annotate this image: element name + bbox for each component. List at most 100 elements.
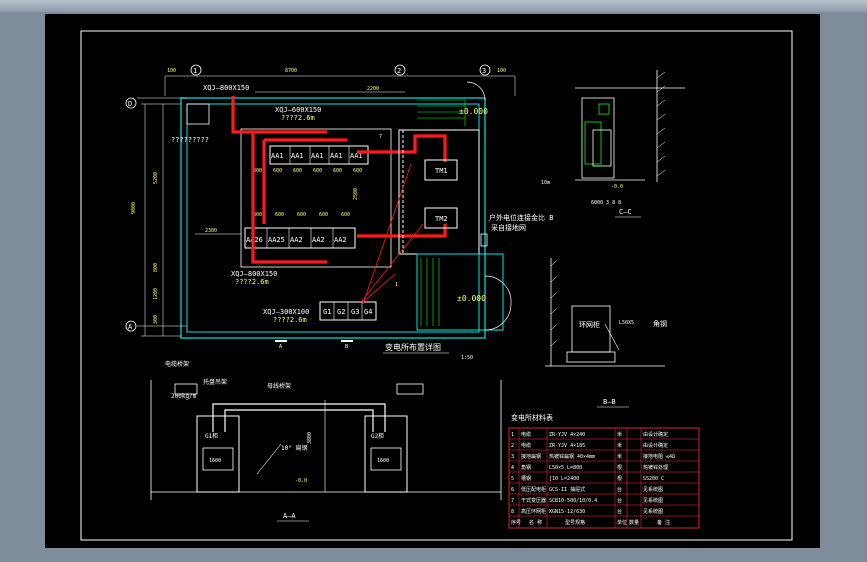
window-toolbar-strip [0,0,867,12]
section-mark: B [345,344,348,350]
dim-text: 100 [167,68,176,74]
g-panel-label: G2 [337,308,345,316]
section-aa: 电缆桥架 200kg/m 托盘吊架 母线桥架 G1柜 G2柜 1600 1600… [150,360,502,522]
aa-note: 200kg/m [171,393,197,400]
table-cell: 8 [511,509,514,515]
trench-elev: ????2.6m [235,278,269,286]
cc-elev: -0.0 [611,184,623,190]
dim-text: 2500 [353,188,359,200]
trench-label: XQJ—600X150 [275,106,321,114]
table-header-cell: 型号规格 [565,519,585,526]
door-arc-bottom [484,275,512,305]
table-cell: 2 [511,443,514,449]
dim-text: 9000 [131,202,137,214]
table-body: 1 电缆 ZR-YJV 4×240 米由设计确定2 电缆 ZR-YJV 4×185 米由设计… [511,431,675,526]
aa-cabinet: G2柜 [371,432,384,440]
cc-label: 10m [541,180,550,186]
g-panel-label: G3 [351,308,359,316]
g-panel-label: G4 [364,308,372,316]
aa-note: 电缆桥架 [165,360,189,368]
material-table: 变电所材料表 1 电缆 ZR-YJV 4×240 米由设计确定2 电缆 ZR-YJV 4×… [508,413,700,529]
lower-room [416,253,504,331]
table-cell: 电缆 [521,442,531,449]
panel-label: AA1 [330,152,343,160]
table-title: 变电所材料表 [511,413,553,422]
dim-text: 800 [153,263,159,272]
elevation-mark: ±0.000 [457,294,486,303]
table-header-cell: 备 注 [657,519,670,526]
panel-label: AA2 [312,236,325,244]
trench-label: XQJ—300X100 [263,308,309,316]
aa-label: 托盘吊架 [203,378,227,386]
panel-label: AA1 [291,152,304,160]
row-dim: 600 [319,212,328,218]
table-cell: 根 [617,475,622,482]
table-cell: XGN15-12/630 [549,509,585,515]
row-dim: 600 [341,212,350,218]
aa-box: 1600 [377,458,389,464]
dim-text: 100 [497,68,506,74]
table-cell: 热镀锌扁钢 40×4mm [549,453,595,460]
transformer-label: TM2 [435,215,448,223]
dim-text: 300 [153,315,159,324]
grounding-note: 户外电位连接金比 B [489,213,553,222]
ground-terminal [480,233,488,247]
trench-elev: ????2.6m [281,114,315,122]
aa-angle: 10° 扁钢 [281,444,307,452]
table-cell: 6 [511,487,514,493]
table-cell: ZR-YJV 4×185 [549,443,585,449]
cc-label: 6000 3 8 8 [591,200,621,206]
table-cell: 米 [617,442,622,449]
row-dim: 600 [273,168,282,174]
table-cell: 7 [511,498,514,504]
table-cell: 角钢 [521,464,531,471]
table-cell: 米 [617,431,622,438]
table-cell: 台 [617,486,622,493]
table-header-cell: 数量 [629,519,639,526]
table-cell: 接地扁钢 [521,453,541,460]
question-label: ????????? [171,136,209,144]
bb-title: B—B [603,398,616,406]
table-cell: L50×5 L=800 [549,465,582,471]
table-cell: SS200 C [643,476,664,482]
table-cell: 高压环网柜 [521,508,546,515]
g-panel-label: G1 [323,308,331,316]
row-dim: 600 [313,168,322,174]
table-cell: ZR-YJV 4×240 [549,432,585,438]
table-cell: 台 [617,508,622,515]
dim-text: 2200 [367,86,379,92]
transformer-label: TM1 [435,167,448,175]
aa-cabinet: G1柜 [205,432,218,440]
table-cell: 由设计确定 [643,431,668,438]
axis-label: 2 [397,67,401,75]
floor-plan: AA1 AA1 AA1 AA1 AA1 AA26 AA25 AA2 AA2 AA… [125,64,553,361]
trench-elev: ????2.6m [273,316,307,324]
drawing-sheet: AA1 AA1 AA1 AA1 AA1 AA26 AA25 AA2 AA2 AA… [45,14,820,548]
section-mark: 7 [379,134,382,140]
aa-dim: 3800 [307,432,313,444]
table-cell: 干式变压器 [521,497,546,504]
table-cell: 低压配电柜 [521,486,546,493]
row-dim: 600 [275,212,284,218]
table-cell: 接地电阻 ≤4Ω [643,453,675,460]
dim-text: 8700 [285,68,297,74]
table-cell: 台 [617,497,622,504]
panel-label: AA25 [268,236,285,244]
bb-dim: L50X5 [619,320,634,326]
table-header-cell: 单位 [617,519,627,526]
table-cell: SCB10-500/10/0.4 [549,498,597,504]
table-cell: 见系统图 [643,508,663,515]
aa-elev: -0.0 [295,478,307,484]
axis-label: 1 [193,67,197,75]
axis-label: D [128,100,132,108]
table-cell: 根 [617,464,622,471]
table-cell: 5 [511,476,514,482]
dim-text: 1200 [153,288,159,300]
axis-label: 3 [482,67,486,75]
door-arc-bottom-2 [484,303,512,331]
trench-label: XQJ—800X150 [231,270,277,278]
axis-label: A [128,323,133,331]
plan-scale: 1:50 [461,355,473,361]
table-cell: GCS-II 抽屉式 [549,486,585,493]
section-mark: A [279,344,282,350]
